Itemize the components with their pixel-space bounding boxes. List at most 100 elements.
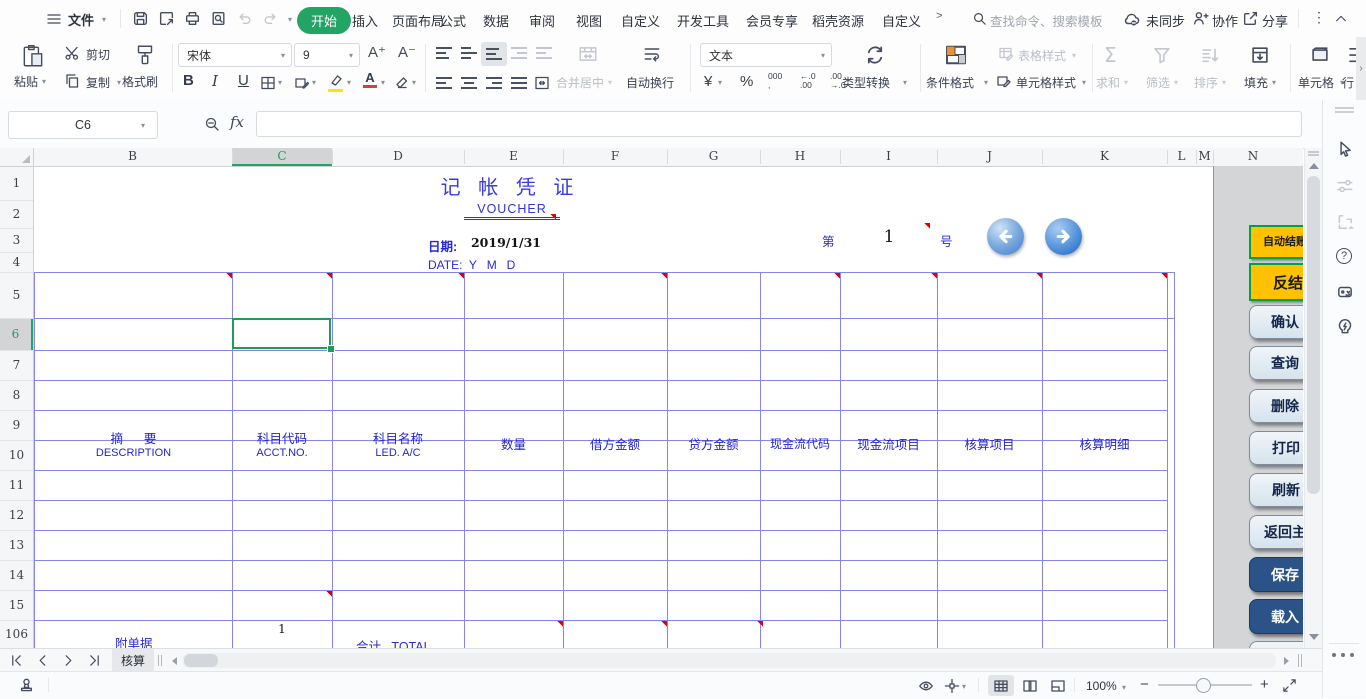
- zoom-out-button[interactable]: −: [1140, 676, 1149, 693]
- align-right-icon[interactable]: [486, 77, 502, 89]
- move-selection-icon[interactable]: [944, 678, 960, 694]
- refresh-button[interactable]: 刷新: [1249, 473, 1303, 507]
- normal-view-icon[interactable]: [993, 678, 1009, 694]
- filter-icon[interactable]: [1152, 45, 1172, 65]
- distributed-icon[interactable]: [534, 75, 550, 91]
- table-header-ledger-ac[interactable]: 科目名称LED. A/C: [333, 421, 463, 465]
- vertical-scroll-thumb[interactable]: [1307, 176, 1320, 494]
- confirm-button[interactable]: 确认: [1249, 305, 1303, 339]
- kebab-menu-icon[interactable]: ⋮: [1312, 9, 1326, 26]
- delete-button[interactable]: 删除: [1249, 389, 1303, 423]
- zoom-caret[interactable]: ▾: [1122, 683, 1126, 692]
- tab-custom-2[interactable]: 自定义: [882, 11, 921, 30]
- command-search-input[interactable]: 查找命令、搜索模板: [990, 11, 1103, 30]
- auto-close-button[interactable]: 自动结账: [1249, 225, 1303, 259]
- increase-decimal-icon[interactable]: ←.0.00: [800, 72, 816, 90]
- fill-icon[interactable]: [1250, 45, 1270, 65]
- align-middle-icon[interactable]: [461, 47, 477, 59]
- fill-handle[interactable]: [327, 345, 335, 353]
- hscroll-left-arrow[interactable]: [172, 657, 177, 665]
- table-header-acct-no[interactable]: 科目代码ACCT.NO.: [233, 421, 331, 465]
- cell-style-icon[interactable]: [996, 74, 1012, 90]
- file-menu[interactable]: 文件: [68, 10, 94, 29]
- filter-button[interactable]: 筛选: [1146, 74, 1170, 91]
- name-box[interactable]: C6 ▾: [8, 111, 158, 139]
- share-label[interactable]: 分享: [1262, 11, 1288, 30]
- currency-format-button[interactable]: ¥: [704, 73, 712, 90]
- cloud-sync-icon[interactable]: [1122, 10, 1140, 28]
- back-home-button[interactable]: 返回主页: [1249, 515, 1303, 549]
- partial-button[interactable]: [1249, 641, 1303, 648]
- highlight-color-icon[interactable]: [328, 73, 344, 89]
- scroll-down-arrow[interactable]: [1309, 634, 1319, 640]
- row-button[interactable]: 行: [1342, 74, 1354, 91]
- formula-input[interactable]: [256, 111, 1302, 137]
- bold-button[interactable]: B: [183, 72, 194, 89]
- tab-review[interactable]: 审阅: [529, 11, 555, 30]
- assistant-robot-icon[interactable]: [1336, 283, 1354, 301]
- grow-font-button[interactable]: A⁺: [368, 43, 386, 61]
- tab-member[interactable]: 会员专享: [746, 11, 798, 30]
- vertical-scrollbar[interactable]: [1304, 148, 1323, 648]
- borders-icon[interactable]: [260, 75, 276, 91]
- filter-caret[interactable]: ▾: [1174, 78, 1178, 87]
- date-value[interactable]: 2019/1/31: [466, 235, 546, 250]
- percent-format-button[interactable]: %: [740, 73, 753, 90]
- underline-button[interactable]: U: [238, 72, 249, 89]
- copy-icon[interactable]: [64, 73, 80, 89]
- move-selection-caret[interactable]: ▾: [962, 682, 966, 691]
- save-icon[interactable]: [132, 10, 149, 27]
- highlight-caret[interactable]: ▾: [347, 78, 351, 87]
- align-top-icon[interactable]: [436, 47, 452, 59]
- smart-bulb-icon[interactable]: [1336, 318, 1354, 336]
- file-menu-caret[interactable]: ▾: [102, 15, 106, 24]
- paste-caret[interactable]: ▾: [42, 77, 46, 86]
- copy-caret[interactable]: ▾: [117, 78, 121, 87]
- last-sheet-icon[interactable]: [88, 654, 101, 667]
- sum-icon[interactable]: Σ: [1104, 43, 1117, 67]
- next-sheet-icon[interactable]: [62, 654, 75, 667]
- print-preview-icon[interactable]: [210, 10, 227, 27]
- next-voucher-button[interactable]: [1045, 218, 1082, 255]
- conditional-format-icon[interactable]: [944, 43, 968, 67]
- more-tabs-chevron[interactable]: >: [936, 10, 942, 22]
- font-name-select[interactable]: 宋体▾: [178, 43, 292, 67]
- eye-icon[interactable]: [918, 678, 934, 694]
- collaborate-icon[interactable]: [1192, 10, 1209, 27]
- format-painter-button[interactable]: 格式刷: [122, 73, 158, 90]
- italic-button[interactable]: I: [212, 72, 218, 90]
- zoom-level[interactable]: 100%: [1086, 679, 1117, 693]
- type-convert-icon[interactable]: [864, 44, 886, 66]
- currency-caret[interactable]: ▾: [718, 78, 722, 87]
- settings-sliders-icon[interactable]: [1336, 177, 1354, 195]
- thousands-separator-icon[interactable]: 000,: [768, 72, 782, 90]
- cut-button[interactable]: 剪切: [86, 46, 110, 63]
- tab-view[interactable]: 视图: [576, 11, 602, 30]
- borders-caret[interactable]: ▾: [278, 78, 282, 87]
- page-break-view-icon[interactable]: [1050, 678, 1066, 694]
- fx-icon[interactable]: fx: [230, 113, 244, 131]
- panel-drag-handle[interactable]: [1335, 107, 1354, 109]
- tab-formulas[interactable]: 公式: [440, 11, 466, 30]
- eraser-caret[interactable]: ▾: [412, 78, 416, 87]
- selected-cell-c6[interactable]: [232, 318, 331, 349]
- table-header-cashflow-code[interactable]: 现金流代码: [761, 421, 839, 465]
- tab-page-layout[interactable]: 页面布局: [392, 11, 444, 30]
- font-size-select[interactable]: 9▾: [294, 43, 360, 67]
- table-style-icon[interactable]: [998, 46, 1014, 62]
- tab-insert[interactable]: 插入: [352, 11, 378, 30]
- draw-border-icon[interactable]: [294, 75, 310, 91]
- merge-center-caret[interactable]: ▾: [608, 78, 612, 87]
- print-icon[interactable]: [184, 10, 201, 27]
- merge-center-button[interactable]: 合并居中: [556, 74, 604, 91]
- zoom-formula-icon[interactable]: [204, 116, 220, 132]
- sync-status[interactable]: 未同步: [1146, 11, 1185, 30]
- hscroll-right-arrow[interactable]: [1284, 657, 1289, 665]
- voucher-no-value[interactable]: 1: [876, 227, 902, 247]
- type-convert-button[interactable]: 类型转换: [842, 74, 890, 91]
- table-header-quantity[interactable]: 数量: [465, 421, 562, 465]
- font-color-caret[interactable]: ▾: [381, 78, 385, 87]
- collapse-ribbon-icon[interactable]: [1334, 12, 1348, 26]
- first-sheet-icon[interactable]: [10, 654, 23, 667]
- quick-access-caret[interactable]: ▾: [288, 15, 292, 24]
